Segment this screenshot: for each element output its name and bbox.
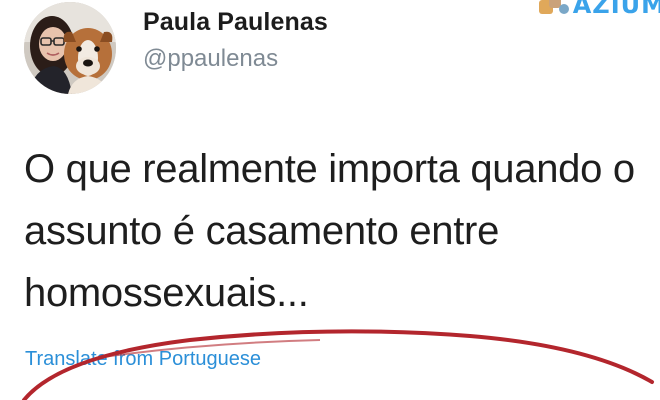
tweet-text-line: homossexuais... bbox=[24, 271, 309, 315]
author-name[interactable]: Paula Paulenas bbox=[143, 8, 328, 37]
profile-photo-icon bbox=[24, 2, 116, 94]
watermark-text: AZIUM bbox=[572, 0, 660, 19]
avatar[interactable] bbox=[24, 2, 116, 94]
watermark: AZIUM bbox=[537, 0, 660, 18]
tweet-card: Paula Paulenas @ppaulenas AZIUM O que re… bbox=[0, 0, 660, 400]
translate-link[interactable]: Translate from Portuguese bbox=[25, 348, 261, 371]
tweet-text-line: O que realmente importa quando o bbox=[24, 147, 635, 191]
tweet-text: O que realmente importa quando o assunto… bbox=[24, 138, 654, 324]
author-handle[interactable]: @ppaulenas bbox=[143, 45, 278, 73]
tweet-text-line: assunto é casamento entre bbox=[24, 209, 500, 253]
site-logo-icon bbox=[538, 0, 569, 14]
